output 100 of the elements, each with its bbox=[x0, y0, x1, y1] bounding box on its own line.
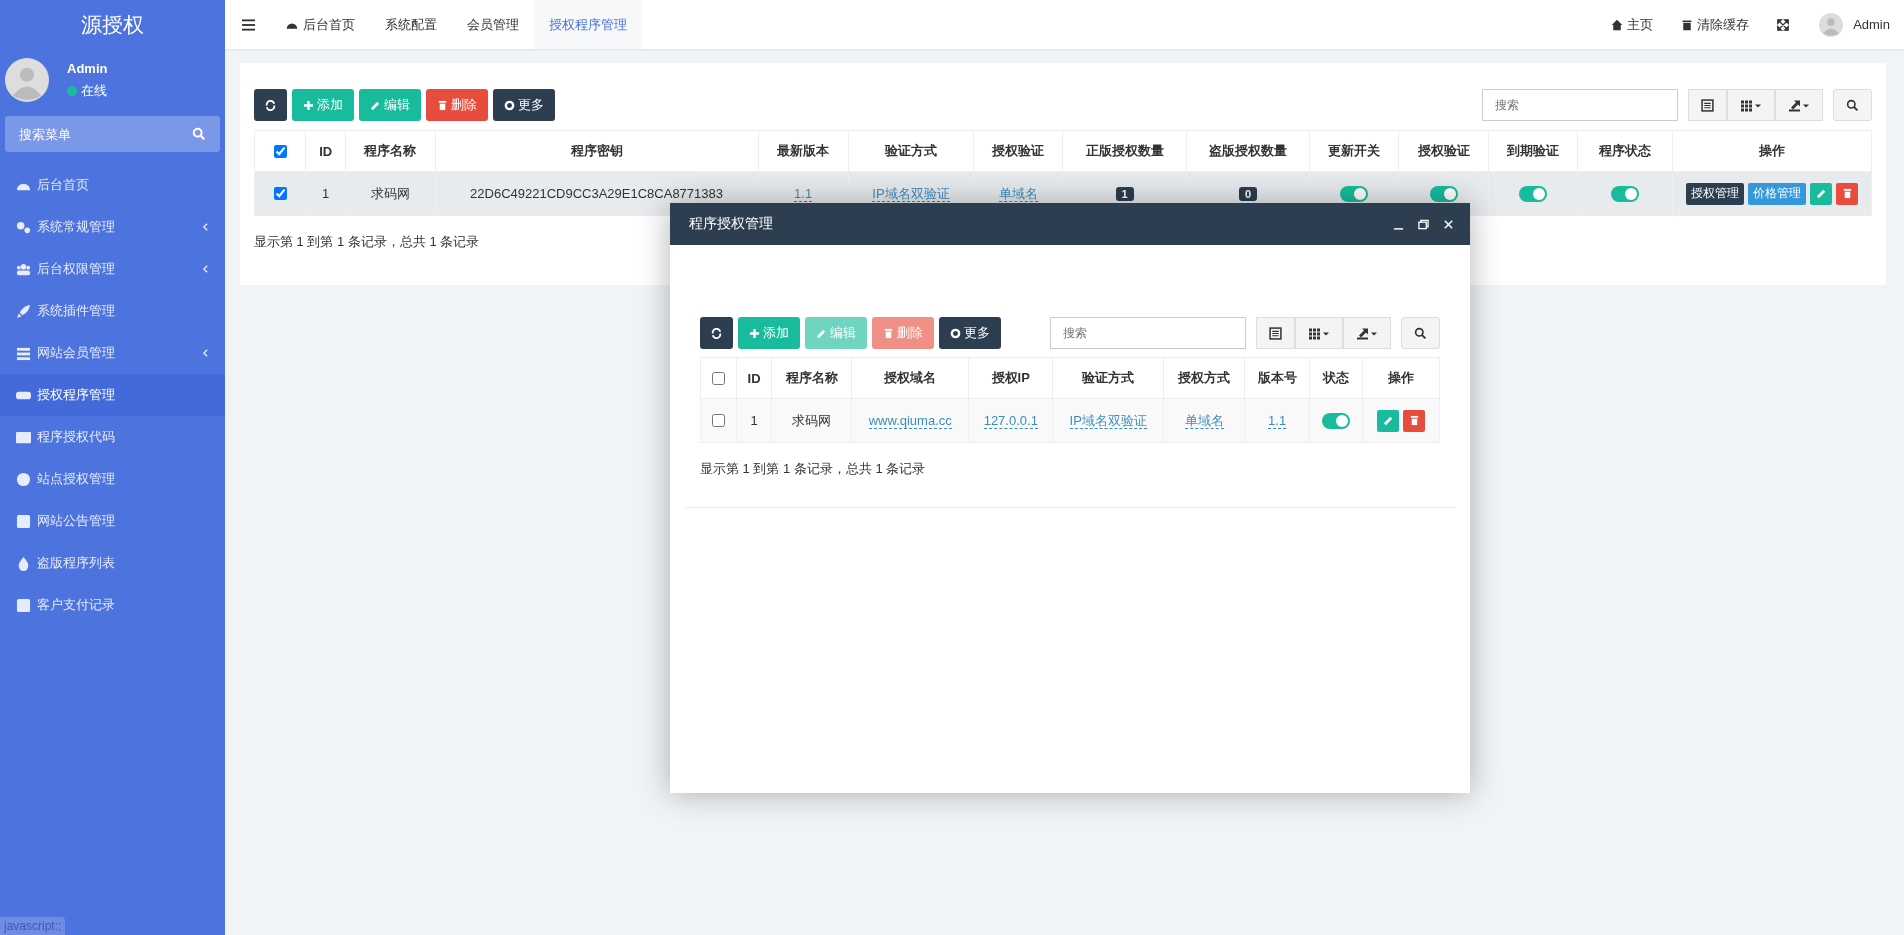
sidebar-item[interactable]: 站点授权管理 bbox=[0, 458, 225, 500]
sidebar-item[interactable]: 程序授权代码 bbox=[0, 416, 225, 458]
column-header: 正版授权数量 bbox=[1085, 143, 1164, 158]
table-cell: 求码网 bbox=[370, 185, 410, 201]
trash-icon bbox=[1408, 415, 1420, 426]
pencil-icon bbox=[1815, 188, 1827, 199]
close-icon[interactable] bbox=[1443, 218, 1454, 230]
delete-button[interactable] bbox=[1403, 409, 1426, 432]
edit-button[interactable]: 编辑 bbox=[359, 89, 421, 121]
more-button[interactable]: 更多 bbox=[939, 317, 1001, 349]
column-header: 程序状态 bbox=[1599, 143, 1652, 158]
logo-text: 源授权 bbox=[80, 12, 145, 38]
nav-tab[interactable]: 系统配置 bbox=[370, 0, 452, 49]
column-header: 操作 bbox=[1759, 143, 1786, 158]
column-header: 最新版本 bbox=[777, 143, 830, 158]
export-caret-icon bbox=[1356, 326, 1378, 340]
card-icon bbox=[16, 429, 31, 445]
trash-icon bbox=[1841, 188, 1853, 199]
select-all-checkbox[interactable] bbox=[712, 371, 726, 385]
sidebar-item[interactable]: 系统常规管理 bbox=[0, 206, 225, 248]
column-header: 授权验证 bbox=[1417, 143, 1470, 158]
dialog-title: 程序授权管理 bbox=[689, 215, 773, 233]
search-button[interactable] bbox=[1401, 317, 1440, 349]
sidebar-item[interactable]: 后台首页 bbox=[0, 164, 225, 206]
user-name: Admin bbox=[1853, 17, 1890, 32]
refresh-icon bbox=[265, 99, 276, 111]
sidebar-item[interactable]: 系统插件管理 bbox=[0, 290, 225, 332]
delete-button[interactable]: 删除 bbox=[426, 89, 488, 121]
column-header: 版本号 bbox=[1257, 370, 1297, 385]
search-icon[interactable] bbox=[192, 127, 206, 141]
table-link[interactable]: 单域名 bbox=[998, 185, 1038, 202]
list-icon bbox=[1269, 326, 1282, 340]
home-link[interactable]: 主页 bbox=[1611, 15, 1654, 34]
toggle-switch[interactable] bbox=[1611, 185, 1640, 202]
row-checkbox[interactable] bbox=[274, 187, 288, 200]
search-field[interactable]: 搜索 bbox=[1482, 89, 1678, 121]
add-icon bbox=[303, 99, 314, 111]
export-button[interactable] bbox=[1343, 317, 1391, 349]
column-header: 到期验证 bbox=[1506, 143, 1559, 158]
toggle-view-button[interactable] bbox=[1256, 317, 1295, 349]
grid-caret-icon bbox=[1740, 98, 1762, 112]
table-link[interactable]: 单域名 bbox=[1184, 412, 1224, 429]
sidebar-item[interactable]: 客户支付记录 bbox=[0, 584, 225, 626]
columns-button[interactable] bbox=[1295, 317, 1343, 349]
clear-cache-link[interactable]: 清除缓存 bbox=[1681, 15, 1750, 34]
square-icon bbox=[16, 597, 31, 613]
add-button[interactable]: 添加 bbox=[292, 89, 354, 121]
list-icon bbox=[1701, 98, 1714, 112]
table-cell: 1 bbox=[322, 186, 330, 201]
toggle-switch[interactable] bbox=[1518, 185, 1547, 202]
add-button[interactable]: 添加 bbox=[738, 317, 800, 349]
row-checkbox[interactable] bbox=[712, 414, 726, 427]
sidebar-item[interactable]: 网站会员管理 bbox=[0, 332, 225, 374]
refresh-button[interactable] bbox=[254, 89, 287, 121]
nav-tab[interactable]: 会员管理 bbox=[452, 0, 534, 49]
toggle-switch[interactable] bbox=[1429, 185, 1458, 202]
columns-button[interactable] bbox=[1727, 89, 1775, 121]
user-name: Admin bbox=[67, 60, 108, 76]
search-field[interactable]: 搜索 bbox=[1050, 317, 1246, 349]
nav-tab[interactable]: 后台首页 bbox=[271, 0, 370, 49]
trash-icon bbox=[1681, 18, 1694, 31]
toggle-switch[interactable] bbox=[1340, 185, 1369, 202]
column-header: 程序名称 bbox=[364, 143, 417, 158]
edit-icon bbox=[816, 327, 827, 339]
fullscreen-icon[interactable] bbox=[1777, 18, 1790, 31]
delete-icon bbox=[883, 327, 894, 339]
sidebar-item[interactable]: 网站公告管理 bbox=[0, 500, 225, 542]
pagination-info: 显示第 1 到第 1 条记录，总共 1 条记录 bbox=[254, 233, 481, 251]
search-button[interactable] bbox=[1833, 89, 1872, 121]
sidebar-item[interactable]: 后台权限管理 bbox=[0, 248, 225, 290]
column-header: 授权方式 bbox=[1178, 370, 1231, 385]
menu-search-field[interactable]: 搜索菜单 bbox=[5, 116, 220, 152]
toggle-view-button[interactable] bbox=[1688, 89, 1727, 121]
menu-icon[interactable] bbox=[242, 18, 255, 31]
select-all-checkbox[interactable] bbox=[274, 144, 288, 158]
export-caret-icon bbox=[1788, 98, 1810, 112]
restore-icon[interactable] bbox=[1418, 218, 1429, 230]
table-cell: 22D6C49221CD9CC3A29E1C8CA8771383 bbox=[470, 186, 723, 201]
sidebar-item[interactable]: 授权程序管理 bbox=[0, 374, 225, 416]
export-button[interactable] bbox=[1775, 89, 1823, 121]
delete-icon bbox=[437, 99, 448, 111]
action-button[interactable]: 授权管理 bbox=[1686, 182, 1745, 205]
delete-button[interactable] bbox=[1836, 182, 1859, 205]
action-button[interactable]: 价格管理 bbox=[1748, 182, 1807, 205]
refresh-button[interactable] bbox=[700, 317, 733, 349]
more-button[interactable]: 更多 bbox=[493, 89, 555, 121]
square-icon bbox=[16, 513, 31, 529]
sidebar-item[interactable]: 盗版程序列表 bbox=[0, 542, 225, 584]
user-status: 在线 bbox=[81, 81, 107, 100]
table-link[interactable]: 1.1 bbox=[794, 186, 813, 202]
search-icon bbox=[1414, 326, 1427, 340]
refresh-icon bbox=[711, 327, 722, 339]
table-row[interactable]: 1 求码网 www.qiuma.cc 127.0.0.1 IP域名双验证 单域名 1.1 bbox=[700, 398, 1440, 443]
pencil-icon bbox=[1382, 415, 1394, 426]
column-header: 操作 bbox=[1388, 370, 1415, 385]
column-header: 验证方式 bbox=[1082, 370, 1135, 385]
toggle-switch[interactable] bbox=[1322, 412, 1351, 429]
table-link[interactable]: 1.1 bbox=[1268, 413, 1287, 429]
nav-tab[interactable]: 授权程序管理 bbox=[534, 0, 642, 49]
table-cell: 求码网 bbox=[792, 412, 832, 428]
